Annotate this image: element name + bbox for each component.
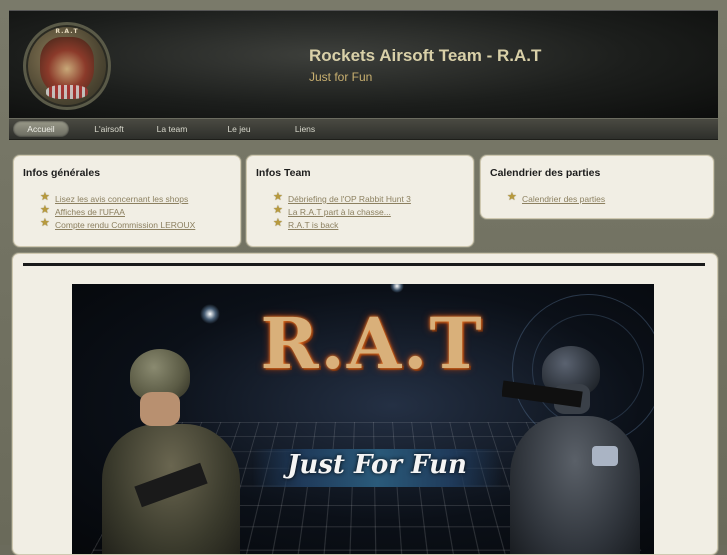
star-icon: ★ [40,203,50,216]
nav-item-le-jeu[interactable]: Le jeu [219,121,259,137]
badge-ribbon [46,85,88,99]
soldier-left-figure [96,344,246,554]
soldier-body [510,416,640,554]
soldier-right-figure [502,346,642,554]
list-item: ★ La R.A.T part à la chasse... [273,203,411,217]
star-icon: ★ [40,190,50,203]
box-title: Infos Team [256,167,311,179]
star-icon: ★ [40,216,50,229]
main-content: R.A.T Just For Fun [12,253,718,555]
banner-title: R.A.T [260,302,484,385]
list-item: ★ R.A.T is back [273,216,411,230]
nav-item-la-team[interactable]: La team [149,121,195,137]
list-item: ★ Compte rendu Commission LEROUX [40,216,195,230]
list-item: ★ Débriefing de l'OP Rabbit Hunt 3 [273,190,411,204]
list-item: ★ Calendrier des parties [507,190,605,204]
banner-tagline: Just For Fun [287,450,467,480]
star-icon: ★ [273,216,283,229]
link[interactable]: Compte rendu Commission LEROUX [55,220,195,230]
box-infos-generales: Infos générales ★ Lisez les avis concerna… [13,155,241,247]
badge-text: R.A.T [55,28,79,35]
shoulder-patch [592,446,618,466]
divider [23,263,705,266]
box-title: Calendrier des parties [490,167,601,179]
link-list: ★ Lisez les avis concernant les shops ★ Af… [40,190,195,230]
link[interactable]: Calendrier des parties [522,194,605,204]
light-flare [390,284,404,293]
link[interactable]: R.A.T is back [288,220,338,230]
site-title[interactable]: Rockets Airsoft Team - R.A.T [309,46,541,66]
site-slogan: Just for Fun [309,70,373,84]
rat-team-badge-icon[interactable]: R.A.T [23,22,111,110]
nav-item-accueil[interactable]: Accueil [13,121,69,137]
star-icon: ★ [507,190,517,203]
box-infos-team: Infos Team ★ Débriefing de l'OP Rabbit Hu… [246,155,474,247]
nav-item-airsoft[interactable]: L'airsoft [84,121,134,137]
rat-banner-image: R.A.T Just For Fun [72,284,654,554]
soldier-face [140,392,180,426]
link-list: ★ Débriefing de l'OP Rabbit Hunt 3 ★ La R.… [273,190,411,230]
list-item: ★ Lisez les avis concernant les shops [40,190,195,204]
link-list: ★ Calendrier des parties [507,190,605,204]
box-title: Infos générales [23,167,101,179]
star-icon: ★ [273,190,283,203]
site-header: R.A.T Rockets Airsoft Team - R.A.T Just … [9,10,718,121]
box-calendrier: Calendrier des parties ★ Calendrier des p… [480,155,714,219]
main-navigation: Accueil L'airsoft La team Le jeu Liens [9,118,718,140]
star-icon: ★ [273,203,283,216]
list-item: ★ Affiches de l'UFAA [40,203,195,217]
nav-item-liens[interactable]: Liens [287,121,323,137]
